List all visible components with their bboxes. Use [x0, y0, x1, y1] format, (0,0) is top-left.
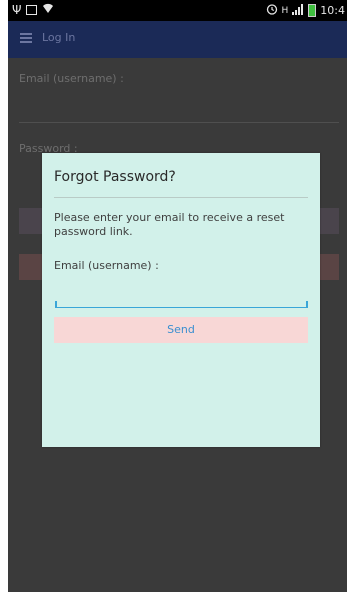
status-time: 10:4: [320, 4, 345, 17]
image-icon: [26, 5, 38, 15]
dialog-message: Please enter your email to receive a res…: [54, 211, 285, 238]
dialog-title: Forgot Password?: [54, 169, 176, 185]
usb-icon: Ψ: [12, 3, 22, 17]
wifi-icon: [42, 3, 54, 17]
app-bar: Log In: [8, 21, 347, 58]
signal-icon: [292, 3, 304, 18]
phone-screen: Ψ H 10:4 Log In Email (username): Passw…: [8, 0, 347, 592]
email-label: Email (username) :: [54, 259, 159, 272]
email-input-right-cap: [306, 301, 308, 308]
email-input-left-cap: [55, 301, 57, 308]
battery-icon: [308, 4, 317, 17]
network-h-icon: H: [281, 5, 289, 16]
dialog-divider: [54, 197, 308, 198]
app-bar-title: Log In: [42, 31, 76, 44]
alarm-icon: [266, 3, 278, 18]
hamburger-menu-icon[interactable]: [20, 33, 32, 43]
forgot-password-dialog: Forgot Password? Please enter your email…: [42, 153, 320, 447]
status-bar: Ψ H 10:4: [8, 0, 347, 21]
email-field-label: Email (username) :: [19, 72, 124, 85]
email-input[interactable]: [55, 293, 307, 308]
send-button[interactable]: Send: [54, 317, 308, 343]
email-field-underline: [19, 122, 339, 123]
